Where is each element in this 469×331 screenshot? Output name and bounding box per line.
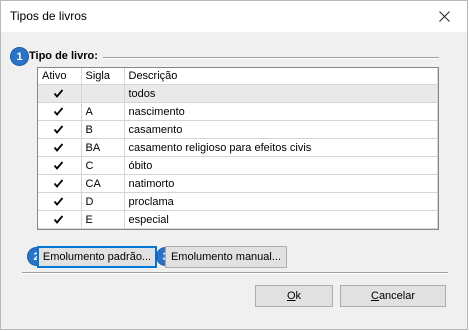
checkmark-icon[interactable]: [53, 178, 64, 189]
title-bar: Tipos de livros: [1, 1, 467, 32]
column-header-sigla[interactable]: Sigla: [81, 68, 125, 85]
active-cell[interactable]: [38, 210, 82, 229]
column-header-ativo[interactable]: Ativo: [38, 68, 82, 85]
table-row[interactable]: BA casamento religioso para efeitos civis: [38, 138, 438, 157]
table-row[interactable]: Anascimento: [38, 102, 438, 121]
descricao-cell: nascimento: [124, 102, 438, 121]
ok-label: k: [295, 290, 302, 302]
callout-marker-1: 1: [11, 48, 28, 65]
active-cell[interactable]: [38, 138, 82, 157]
close-icon: [438, 11, 450, 22]
active-cell[interactable]: [38, 84, 82, 103]
checkmark-icon[interactable]: [53, 88, 64, 99]
table-row[interactable]: Eespecial: [38, 210, 438, 229]
button-separator: [22, 272, 448, 274]
active-cell[interactable]: [38, 156, 82, 175]
sigla-cell: [81, 84, 125, 103]
checkmark-icon[interactable]: [53, 142, 64, 153]
active-cell[interactable]: [38, 192, 82, 211]
ok-button[interactable]: Ok: [255, 285, 333, 307]
descricao-cell: especial: [124, 210, 438, 229]
sigla-cell: C: [81, 156, 125, 175]
cancelar-button[interactable]: Cancelar: [340, 285, 446, 307]
descricao-cell: casamento religioso para efeitos civis: [124, 138, 438, 157]
emolumento-padrao-button[interactable]: Emolumento padrão...: [37, 246, 157, 268]
checkmark-icon[interactable]: [53, 214, 64, 225]
table-row[interactable]: CA natimorto: [38, 174, 438, 193]
table-row[interactable]: Bcasamento: [38, 120, 438, 139]
group-label: Tipo de livro:: [29, 50, 98, 62]
active-cell[interactable]: [38, 120, 82, 139]
table-row[interactable]: Cóbito: [38, 156, 438, 175]
active-cell[interactable]: [38, 102, 82, 121]
sigla-cell: B: [81, 120, 125, 139]
window-title: Tipos de livros: [10, 9, 87, 23]
sigla-cell: CA: [81, 174, 125, 193]
checkmark-icon[interactable]: [53, 124, 64, 135]
descricao-cell: óbito: [124, 156, 438, 175]
sigla-cell: D: [81, 192, 125, 211]
descricao-cell: natimorto: [124, 174, 438, 193]
descricao-cell: todos: [124, 84, 438, 103]
livro-table: Ativo Sigla Descrição todos Anascimento Bc…: [37, 67, 439, 230]
close-button[interactable]: [421, 1, 467, 32]
cancelar-accelerator: C: [370, 290, 379, 302]
sigla-cell: E: [81, 210, 125, 229]
column-header-descricao[interactable]: Descrição: [124, 68, 438, 85]
table-row[interactable]: todos: [38, 84, 438, 103]
sigla-cell: BA: [81, 138, 125, 157]
emolumento-manual-button[interactable]: Emolumento manual...: [165, 246, 287, 268]
checkmark-icon[interactable]: [53, 196, 64, 207]
group-divider: [103, 57, 439, 59]
sigla-cell: A: [81, 102, 125, 121]
table-row[interactable]: Dproclama: [38, 192, 438, 211]
dialog-window: Tipos de livros 1 Tipo de livro: Ativo S…: [0, 0, 468, 330]
descricao-cell: proclama: [124, 192, 438, 211]
ok-accelerator: O: [286, 290, 296, 302]
checkmark-icon[interactable]: [53, 160, 64, 171]
descricao-cell: casamento: [124, 120, 438, 139]
active-cell[interactable]: [38, 174, 82, 193]
cancelar-label: ancelar: [378, 290, 416, 302]
checkmark-icon[interactable]: [53, 106, 64, 117]
table-header-row: Ativo Sigla Descrição: [38, 68, 438, 85]
